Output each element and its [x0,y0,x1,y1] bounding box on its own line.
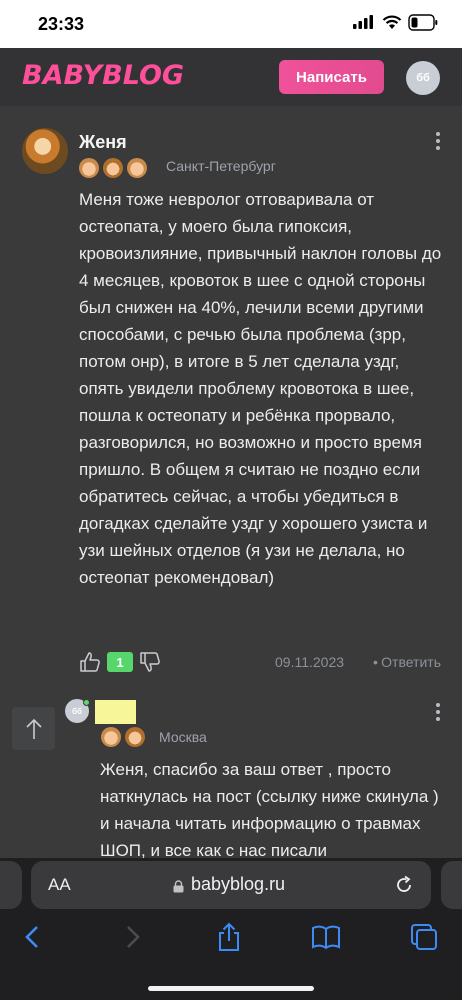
author-avatar[interactable] [22,128,68,174]
reload-icon[interactable] [394,875,414,895]
scroll-top-button[interactable] [12,707,55,750]
online-indicator [83,699,90,706]
reply-author-city: Москва [159,729,207,745]
wifi-icon [382,15,402,29]
author-name[interactable]: Женя [79,132,127,153]
babyblog-logo[interactable]: BABYBLOG [22,60,184,91]
thumb-down-icon[interactable] [139,651,161,673]
reply-comment: бб Gan Москва Женя, спасибо за ваш ответ… [0,686,462,862]
reply-author-name[interactable]: Gan [95,700,136,724]
author-city: Санкт-Петербург [166,158,276,174]
likes-count: 1 [107,652,133,672]
url-text: babyblog.ru [191,874,286,894]
tabs-icon[interactable] [409,922,439,952]
home-indicator [148,986,314,991]
boy-icon [79,158,99,178]
back-icon[interactable] [18,922,48,952]
next-tab-preview[interactable] [441,861,462,909]
arrow-up-icon [25,718,42,739]
girl-icon [125,727,145,747]
children-badges [101,727,145,747]
comment-actions: 1 09.11.2023 • Ответить [79,651,441,675]
status-bar: 23:33 [0,0,462,48]
status-time: 23:33 [38,14,85,34]
thumb-up-icon[interactable] [79,651,101,673]
browser-toolbar: AA babyblog.ru [0,858,462,1000]
children-badges [79,158,147,178]
boy-icon [127,158,147,178]
boy-icon [101,727,121,747]
comment: Женя Санкт-Петербург Меня тоже невролог … [0,106,462,686]
bookmarks-icon[interactable] [311,922,341,952]
share-icon[interactable] [214,922,244,952]
reply-link[interactable]: Ответить [375,654,441,670]
address-bar[interactable]: AA babyblog.ru [31,861,431,909]
battery-icon [408,14,438,31]
user-avatar[interactable]: бб [406,61,440,95]
comment-text: Меня тоже невролог отговаривала от остео… [79,190,442,587]
lock-icon [173,880,184,893]
girl-icon [103,158,123,178]
reply-text: Женя, спасибо за ваш ответ , просто натк… [100,760,439,860]
previous-tab-preview[interactable] [0,861,22,909]
kebab-icon[interactable] [436,703,440,724]
text-size-button[interactable]: AA [48,875,71,895]
signal-icon [353,15,373,29]
write-button[interactable]: Написать [279,60,384,94]
kebab-icon[interactable] [436,132,440,153]
comment-date: 09.11.2023 [275,654,345,670]
site-header: BABYBLOG Написать бб [0,48,462,106]
forward-icon[interactable] [117,922,147,952]
